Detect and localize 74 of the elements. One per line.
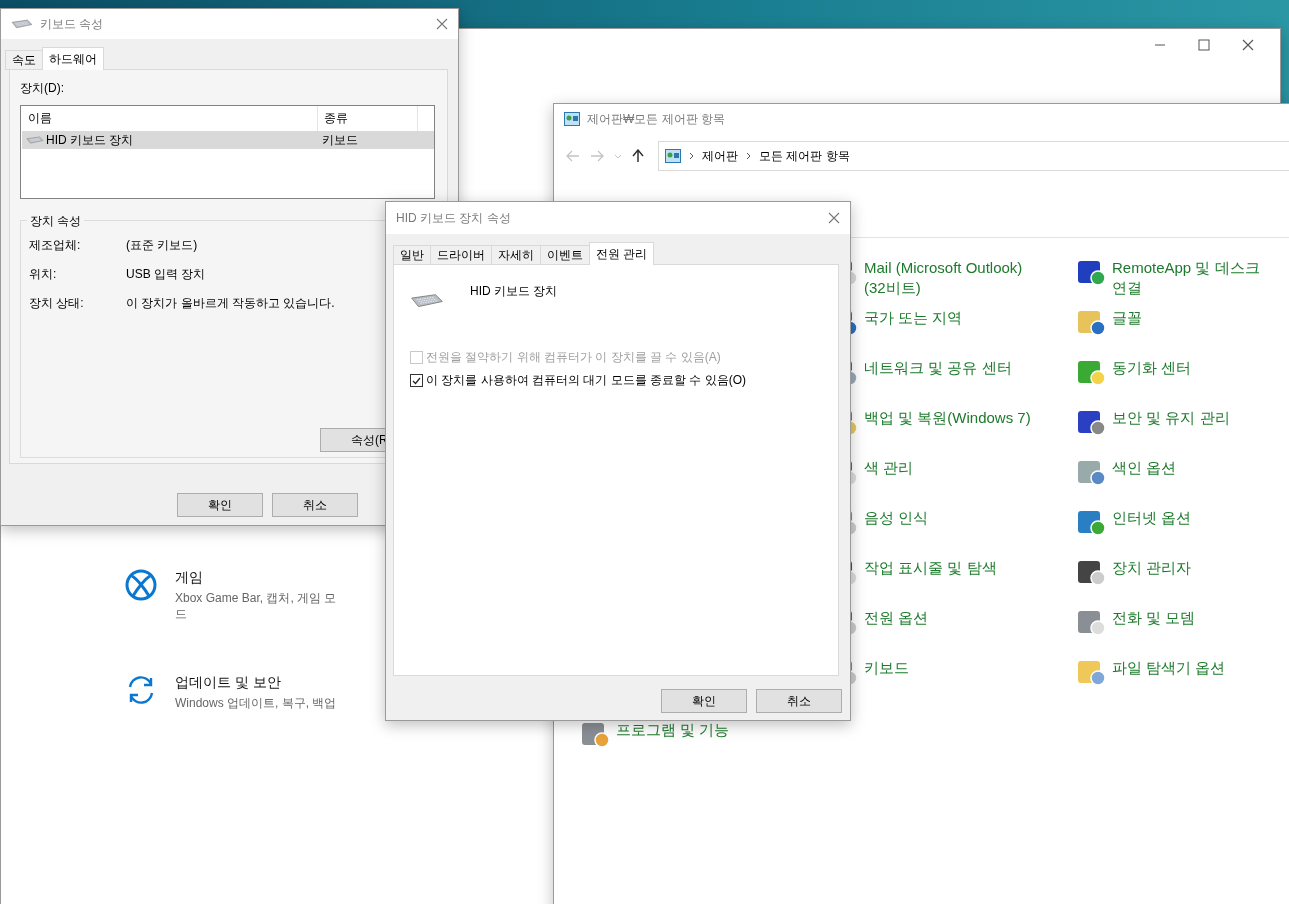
applet-icon [1078, 661, 1106, 686]
property-label: 위치: [29, 266, 58, 283]
control-panel-item[interactable]: Mail (Microsoft Outlook)(32비트) [864, 258, 1034, 298]
close-icon[interactable] [828, 212, 840, 224]
control-panel-item[interactable]: 네트워크 및 공유 센터 [864, 358, 1034, 378]
control-panel-item[interactable]: 파일 탐색기 옵션 [1112, 658, 1226, 678]
breadcrumb-item[interactable]: 제어판 [702, 147, 738, 165]
applet-icon [1078, 511, 1106, 536]
control-panel-item[interactable]: 장치 관리자 [1112, 558, 1192, 578]
tab[interactable]: 하드웨어 [42, 47, 104, 70]
checkbox-option[interactable]: 이 장치를 사용하여 컴퓨터의 대기 모드를 종료할 수 있음(O) [410, 369, 746, 393]
control-panel-item[interactable]: 전원 옵션 [864, 608, 1034, 628]
control-panel-icon [564, 112, 580, 126]
property-value: (표준 키보드) [126, 237, 198, 254]
keyboard-icon [26, 135, 44, 145]
dialog-button[interactable]: 확인 [177, 493, 263, 517]
window-title: HID 키보드 장치 속성 [396, 209, 512, 227]
device-type: 키보드 [321, 131, 359, 149]
control-panel-item[interactable]: 프로그램 및 기능 [616, 720, 786, 740]
dialog-button[interactable]: 취소 [756, 689, 842, 713]
control-panel-item[interactable]: RemoteApp 및 데스크 연결 [1112, 258, 1260, 298]
control-panel-item[interactable]: 동기화 센터 [1112, 358, 1192, 378]
close-icon[interactable] [1242, 39, 1254, 51]
settings-item-description: Windows 업데이트, 복구, 백업 [175, 695, 338, 711]
breadcrumb-item[interactable]: 모든 제어판 항목 [759, 147, 850, 165]
settings-item-description: Xbox Game Bar, 캡처, 게임 모드 [175, 590, 338, 622]
device-row[interactable]: HID 키보드 장치 키보드 [22, 131, 434, 149]
property-value: 이 장치가 올바르게 작동하고 있습니다. [126, 295, 335, 312]
keyboard-icon [11, 19, 33, 29]
device-name: HID 키보드 장치 [46, 131, 134, 149]
window-title: 키보드 속성 [40, 15, 105, 33]
chevron-right-icon [689, 152, 694, 160]
control-panel-item[interactable]: 작업 표시줄 및 탐색 [864, 558, 1034, 578]
dialog-button[interactable]: 취소 [272, 493, 358, 517]
control-panel-item[interactable]: 색인 옵션 [1112, 458, 1177, 478]
control-panel-item[interactable]: 글꼴 [1112, 308, 1142, 328]
property-label: 장치 상태: [29, 295, 85, 312]
property-label: 제조업체: [29, 237, 82, 254]
window-title: 제어판₩모든 제어판 항목 [587, 110, 726, 128]
control-panel-item[interactable]: 국가 또는 지역 [864, 308, 1034, 328]
applet-icon [1078, 461, 1106, 486]
applet-icon [1078, 361, 1106, 386]
devices-label: 장치(D): [20, 80, 65, 97]
settings-item-title[interactable]: 게임 [175, 569, 345, 587]
tab[interactable]: 일반 [393, 245, 431, 265]
keyboard-icon [410, 293, 444, 309]
control-panel-item[interactable]: 키보드 [864, 658, 1034, 678]
tab[interactable]: 전원 관리 [589, 242, 655, 265]
control-panel-item[interactable]: 보안 및 유지 관리 [1112, 408, 1230, 428]
settings-item-title[interactable]: 업데이트 및 보안 [175, 674, 345, 692]
applet-icon [1078, 311, 1106, 336]
group-title: 장치 속성 [27, 213, 85, 230]
xbox-icon [125, 569, 157, 601]
checkbox[interactable] [410, 374, 423, 388]
applet-icon [582, 723, 610, 748]
device-name: HID 키보드 장치 [470, 283, 558, 300]
control-panel-icon [665, 149, 681, 163]
control-panel-item[interactable]: 인터넷 옵션 [1112, 508, 1192, 528]
control-panel-item[interactable]: 백업 및 복원(Windows 7) [864, 408, 1034, 428]
up-arrow-icon[interactable] [632, 149, 644, 163]
property-value: USB 입력 장치 [126, 266, 206, 283]
control-panel-item[interactable]: 음성 인식 [864, 508, 1034, 528]
close-icon[interactable] [436, 18, 448, 30]
address-bar[interactable]: 제어판 모든 제어판 항목 [658, 141, 1289, 171]
applet-icon [1078, 611, 1106, 636]
control-panel-item[interactable]: 전화 및 모뎀 [1112, 608, 1196, 628]
applet-icon [1078, 411, 1106, 436]
tab[interactable]: 속도 [5, 50, 43, 70]
maximize-icon[interactable] [1198, 39, 1210, 51]
control-panel-item[interactable]: 색 관리 [864, 458, 1034, 478]
chevron-right-icon [746, 152, 751, 160]
applet-icon [1078, 561, 1106, 586]
dialog-button[interactable]: 확인 [661, 689, 747, 713]
applet-icon [1078, 261, 1106, 286]
